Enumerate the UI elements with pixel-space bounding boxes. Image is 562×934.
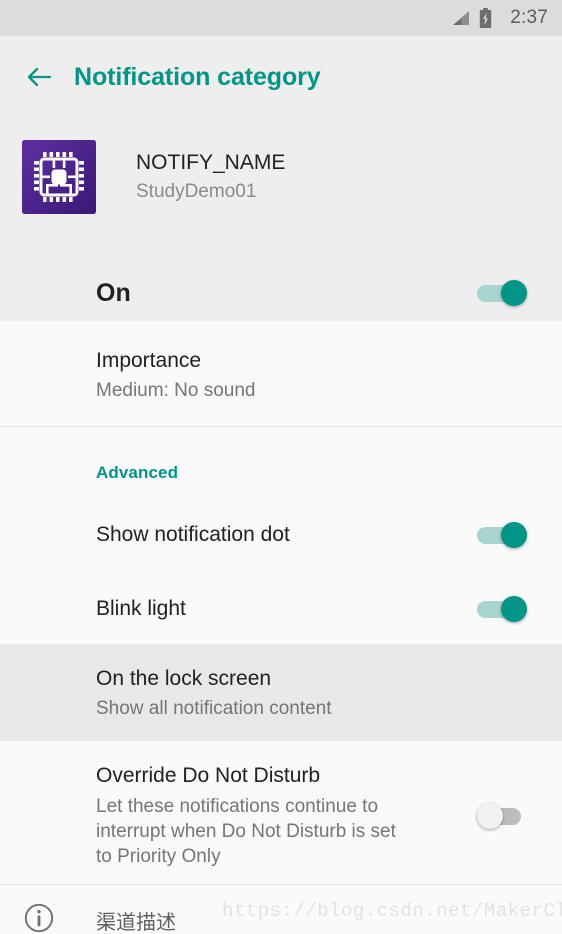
- divider-bottom: [0, 884, 562, 885]
- show-notification-dot-row[interactable]: Show notification dot: [0, 512, 562, 558]
- lock-screen-value: Show all notification content: [96, 698, 332, 720]
- battery-charging-icon: [479, 8, 492, 28]
- show-notification-dot-text: Show notification dot: [96, 521, 477, 548]
- show-notification-dot-title: Show notification dot: [96, 523, 290, 547]
- advanced-section-label: Advanced: [96, 463, 179, 482]
- divider-importance: [0, 426, 562, 427]
- master-toggle-label: On: [96, 278, 131, 307]
- status-bar: 2:37: [0, 0, 562, 36]
- app-identity-row: NOTIFY_NAME StudyDemo01: [0, 140, 562, 214]
- override-dnd-row[interactable]: Override Do Not Disturb Let these notifi…: [0, 762, 562, 869]
- importance-row[interactable]: Importance Medium: No sound: [0, 340, 562, 410]
- switch-thumb: [501, 280, 527, 306]
- app-package-name: StudyDemo01: [136, 180, 257, 202]
- override-dnd-title: Override Do Not Disturb: [96, 764, 321, 788]
- page-title: Notification category: [74, 62, 321, 91]
- back-arrow-icon[interactable]: [15, 53, 63, 101]
- lock-screen-row[interactable]: On the lock screen Show all notification…: [0, 658, 562, 728]
- app-name: NOTIFY_NAME: [136, 150, 286, 174]
- lock-screen-title: On the lock screen: [96, 666, 272, 690]
- importance-title: Importance: [96, 348, 202, 372]
- status-bar-icons: 2:37: [450, 7, 548, 29]
- switch-thumb: [501, 596, 527, 622]
- app-bar: Notification category: [0, 36, 562, 118]
- lock-screen-text: On the lock screen Show all notification…: [96, 665, 529, 722]
- channel-description-label: 渠道描述: [96, 910, 176, 934]
- app-identity-text: NOTIFY_NAME StudyDemo01: [136, 149, 285, 206]
- switch-thumb: [501, 522, 527, 548]
- show-notification-dot-switch[interactable]: [477, 520, 529, 550]
- watermark-text: https://blog.csdn.net/MakerCloud: [222, 900, 562, 922]
- master-toggle-switch[interactable]: [477, 278, 529, 308]
- notification-category-screen: 2:37 Notification category NOTIFY_NAME S…: [0, 0, 562, 934]
- importance-text: Importance Medium: No sound: [96, 347, 529, 404]
- override-dnd-switch[interactable]: [477, 801, 529, 831]
- info-circle-icon[interactable]: [24, 903, 54, 933]
- signal-cellular-icon: [450, 10, 470, 26]
- blink-light-row[interactable]: Blink light: [0, 586, 562, 632]
- override-dnd-text: Override Do Not Disturb Let these notifi…: [96, 762, 406, 869]
- switch-thumb: [477, 803, 503, 829]
- status-bar-clock: 2:37: [510, 7, 548, 28]
- blink-light-text: Blink light: [96, 595, 477, 622]
- importance-value: Medium: No sound: [96, 380, 256, 402]
- app-header-block: NOTIFY_NAME StudyDemo01 On: [0, 118, 562, 321]
- microchip-app-icon: [22, 140, 96, 214]
- blink-light-title: Blink light: [96, 597, 186, 621]
- blink-light-switch[interactable]: [477, 594, 529, 624]
- override-dnd-description: Let these notifications continue to inte…: [96, 795, 396, 868]
- master-toggle-row[interactable]: On: [0, 264, 562, 322]
